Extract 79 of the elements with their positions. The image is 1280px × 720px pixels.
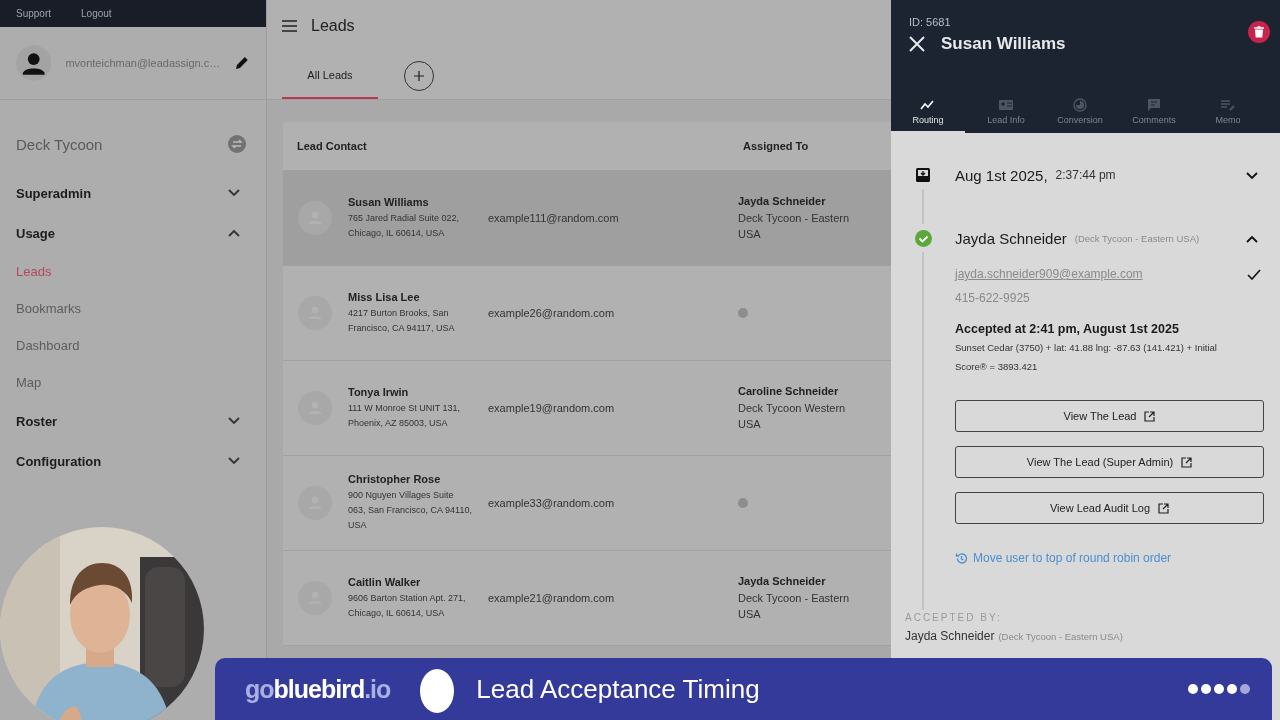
nav-link[interactable]: Support bbox=[16, 8, 52, 19]
tab[interactable]: Comments bbox=[1117, 92, 1191, 133]
tab[interactable]: Routing bbox=[891, 92, 965, 133]
sidebar-group[interactable]: Roster bbox=[16, 413, 58, 429]
avatar-icon bbox=[16, 45, 52, 81]
user-email: mvonteichman@leadassign.c… bbox=[65, 57, 221, 69]
column-header: Lead Contact bbox=[297, 140, 368, 152]
lead-id: ID: 5681 bbox=[909, 16, 952, 28]
tab[interactable]: Lead Info bbox=[969, 92, 1043, 133]
accepted-by-name: Jayda Schneider bbox=[905, 629, 995, 643]
pie-icon bbox=[1072, 98, 1088, 112]
phone-number: 415-622-9925 bbox=[955, 290, 1031, 307]
column-header: Assigned To bbox=[743, 140, 810, 152]
chevron-down-icon[interactable] bbox=[228, 189, 240, 197]
table-row[interactable]: Susan Williams 765 Jared Radial Suite 022, Chicago, IL 60614, USA example111@random.com Jayda Schneider Deck Tycoon - Eastern USA bbox=[283, 171, 891, 266]
tab[interactable]: Conversion bbox=[1043, 92, 1117, 133]
lead-address: 765 Jared Radial Suite 022, Chicago, IL 60614, USA bbox=[348, 211, 461, 240]
assignee-name: Jayda Schneider bbox=[738, 194, 827, 207]
lead-name: Caitlin Walker bbox=[348, 575, 422, 588]
brand-logo: gobluebird.io bbox=[245, 674, 391, 704]
view-button[interactable]: View The Lead (Super Admin) bbox=[955, 446, 1264, 478]
inbox-icon bbox=[916, 168, 930, 182]
lead-address: 4217 Burton Brooks, San Francisco, CA 94117, USA bbox=[348, 306, 456, 335]
trend-line-icon bbox=[920, 98, 936, 112]
score-formula: Sunset Cedar (3750) + lat: 41.88 lng: -87.63 (141.421) + Initial Score® = 3893.421 bbox=[955, 341, 1218, 374]
event-date: Aug 1st 2025, bbox=[955, 166, 1048, 184]
sidebar-group[interactable]: Superadmin bbox=[16, 185, 92, 201]
assignee-team: Deck Tycoon - Eastern USA bbox=[738, 590, 851, 622]
chevron-down-icon[interactable] bbox=[228, 457, 240, 465]
contact-card-icon bbox=[998, 98, 1014, 112]
nav-link[interactable]: Logout bbox=[81, 8, 112, 19]
banner-title: Lead Acceptance Timing bbox=[476, 673, 760, 705]
assignee-team: Deck Tycoon - Eastern USA bbox=[738, 210, 851, 242]
chevron-down-icon[interactable] bbox=[228, 417, 240, 425]
assignee-team: (Deck Tycoon - Eastern USA) bbox=[1074, 232, 1200, 244]
lead-address: 9606 Barton Station Apt. 271, Chicago, IL 60614, USA bbox=[348, 591, 467, 620]
page-title: Leads bbox=[311, 17, 355, 35]
trash-icon bbox=[1254, 26, 1264, 38]
panel-title: Susan Williams bbox=[941, 34, 1066, 54]
assignee-name: Jayda Schneider bbox=[738, 574, 827, 587]
delete-button[interactable] bbox=[1248, 21, 1270, 43]
assignee-name: Caroline Schneider bbox=[738, 384, 840, 397]
assignee-team: Deck Tycoon Western USA bbox=[738, 400, 847, 432]
lead-email: example26@random.com bbox=[488, 307, 616, 319]
tab[interactable]: All Leads bbox=[282, 53, 378, 99]
plus-icon bbox=[414, 71, 424, 81]
close-icon[interactable] bbox=[909, 36, 925, 52]
lead-name: Tonya Irwin bbox=[348, 385, 410, 398]
lead-address: 900 Nguyen Villages Suite 063, San Francisco, CA 94110, USA bbox=[348, 489, 472, 532]
menu-icon[interactable] bbox=[282, 20, 297, 32]
external-link-icon bbox=[1144, 410, 1156, 422]
chevron-up-icon[interactable] bbox=[1246, 235, 1258, 243]
lead-email: example111@random.com bbox=[488, 212, 620, 224]
lead-name: Christopher Rose bbox=[348, 473, 442, 485]
tab[interactable]: Memo bbox=[1191, 92, 1265, 133]
accepted-by-team: (Deck Tycoon - Eastern USA) bbox=[998, 631, 1123, 642]
external-link-icon bbox=[1181, 456, 1193, 468]
lead-email: example33@random.com bbox=[488, 497, 616, 509]
company-name: Deck Tycoon bbox=[16, 135, 103, 153]
lead-address: 111 W Monroe St UNIT 131, Phoenix, AZ 85003, USA bbox=[348, 401, 462, 430]
pencil-icon[interactable] bbox=[234, 55, 250, 71]
lead-name: Susan Williams bbox=[348, 195, 430, 208]
chevron-up-icon[interactable] bbox=[228, 229, 240, 237]
lead-email: example19@random.com bbox=[488, 402, 616, 414]
external-link-icon bbox=[1158, 502, 1170, 514]
chevron-down-icon[interactable] bbox=[1246, 172, 1258, 180]
assignee-name: Jayda Schneider bbox=[955, 229, 1067, 247]
accepted-by-label: ACCEPTED BY: bbox=[905, 612, 1003, 623]
lead-email: example21@random.com bbox=[488, 592, 616, 604]
history-icon bbox=[955, 551, 968, 565]
lead-name: Miss Lisa Lee bbox=[348, 290, 421, 303]
list-pen-icon bbox=[1220, 98, 1236, 112]
view-button[interactable]: View The Lead bbox=[955, 400, 1264, 432]
chat-icon bbox=[1146, 98, 1162, 112]
event-time: 2:37:44 pm bbox=[1055, 168, 1116, 182]
sidebar-group[interactable]: Configuration bbox=[16, 453, 102, 469]
accepted-time: Accepted at 2:41 pm, August 1st 2025 bbox=[955, 322, 1180, 336]
view-button[interactable]: View Lead Audit Log bbox=[955, 492, 1264, 524]
sidebar-group[interactable]: Usage bbox=[16, 225, 56, 241]
